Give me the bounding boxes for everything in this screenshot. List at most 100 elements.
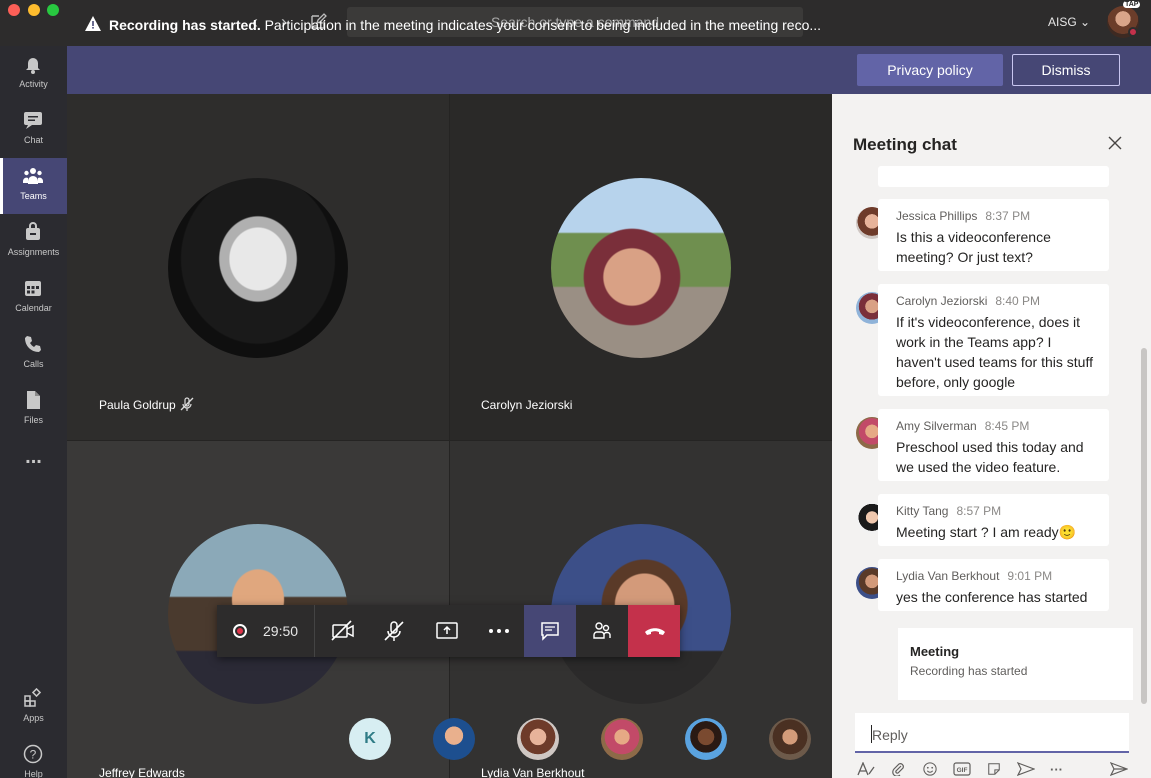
sidebar-item-label: Help [24,769,43,778]
banner-strong: Recording has started. [109,17,261,33]
gif-icon[interactable]: GIF [953,762,971,778]
video-stage: Paula Goldrup Carolyn Jeziorski Jeffrey … [67,94,832,778]
emoji-icon[interactable] [922,762,938,778]
svg-text:GIF: GIF [957,767,968,774]
presence-status-dot [1128,27,1138,37]
minimize-window-button[interactable] [28,4,40,16]
sidebar-item-help[interactable]: ? Help [0,736,67,778]
participant-name: Jeffrey Edwards [99,766,185,778]
participant-initial-avatar[interactable]: K [349,718,391,760]
camera-toggle-button[interactable] [316,605,368,657]
chat-message[interactable]: Jessica Phillips 8:37 PM Is this a videoc… [878,199,1109,271]
message-author: Lydia Van Berkhout [896,569,1000,583]
sidebar-item-label: Calls [23,359,44,369]
more-options-icon[interactable]: ··· [1050,762,1063,777]
sidebar-item-chat[interactable]: Chat [0,102,67,158]
mic-off-icon [179,396,195,417]
message-body: Meeting start ? I am ready🙂 [896,522,1106,542]
message-time: 9:01 PM [1007,569,1053,583]
dismiss-button[interactable]: Dismiss [1012,54,1120,86]
chat-scrollbar[interactable] [1141,348,1147,704]
participant-avatar[interactable] [433,718,475,760]
message-time: 8:45 PM [984,419,1030,433]
send-icon[interactable] [1109,761,1129,778]
attach-icon[interactable] [891,762,905,778]
more-actions-button[interactable] [472,605,524,657]
sidebar-item-files[interactable]: Files [0,382,67,438]
participant-name: Carolyn Jeziorski [481,398,573,412]
chat-message[interactable]: Amy Silverman 8:45 PM Preschool used this… [878,409,1109,481]
message-time: 8:37 PM [985,209,1031,223]
more-icon: ... [25,446,42,468]
sidebar-item-calendar[interactable]: Calendar [0,270,67,326]
svg-text:?: ? [30,748,37,762]
reply-placeholder: Reply [872,727,908,743]
sidebar-item-activity[interactable]: Activity [0,46,67,102]
message-text: If it's videoconference, does it work in… [896,314,1093,390]
chat-panel-title: Meeting chat [853,135,957,154]
message-author: Amy Silverman [896,419,977,433]
smiley-emoji-icon: 🙂 [1058,524,1077,540]
message-text: Is this a videoconference meeting? Or ju… [896,229,1051,265]
show-conversation-button[interactable] [524,605,576,657]
sidebar-item-label: Activity [19,79,48,89]
sidebar-item-label: Calendar [15,303,52,313]
privacy-policy-button[interactable]: Privacy policy [857,54,1003,86]
show-participants-button[interactable] [576,605,628,657]
message-author: Kitty Tang [896,504,949,518]
sidebar-item-label: Files [23,415,43,425]
video-tile[interactable]: Carolyn Jeziorski [450,94,832,440]
apps-icon [23,687,43,708]
message-meta: Lydia Van Berkhout 9:01 PM [896,569,1052,583]
org-name: AISG [1048,15,1077,29]
video-tile[interactable]: Paula Goldrup [67,94,449,440]
participant-avatar[interactable] [685,718,727,760]
chat-message[interactable]: Carolyn Jeziorski 8:40 PM If it's videoco… [878,284,1109,396]
sidebar-item-label: Assignments [7,247,60,257]
chat-message[interactable]: Lydia Van Berkhout 9:01 PM yes the confer… [878,559,1109,611]
participant-avatar [168,178,348,358]
mic-toggle-button[interactable] [368,605,420,657]
meet-now-icon[interactable] [1016,761,1036,778]
zoom-window-button[interactable] [47,4,59,16]
sidebar-item-calls[interactable]: Calls [0,326,67,382]
tap-badge: TAP [1123,1,1141,8]
participant-avatar[interactable] [601,718,643,760]
file-icon [23,390,43,410]
sticker-icon[interactable] [986,762,1002,778]
participant-avatar[interactable] [769,718,811,760]
help-icon: ? [23,744,43,764]
assignments-icon [23,222,43,242]
message-author: Jessica Phillips [896,209,978,223]
warning-icon [85,16,101,36]
reply-input[interactable]: Reply [855,713,1129,753]
banner-message: Recording has started. Participation in … [109,17,825,33]
share-screen-button[interactable] [420,605,472,657]
sidebar-item-label: Chat [23,135,43,145]
message-meta: Amy Silverman 8:45 PM [896,419,1029,433]
close-icon[interactable] [1108,136,1122,155]
bell-icon [23,54,43,74]
sidebar-item-teams[interactable]: Teams [0,158,67,214]
hang-up-button[interactable] [628,605,680,657]
close-window-button[interactable] [8,4,20,16]
sidebar-item-apps[interactable]: Apps [0,680,67,736]
call-duration: 29:50 [263,623,299,639]
meeting-chat-panel: Meeting chat Jessica Phillips 8:37 PM Is … [832,94,1151,778]
org-switcher[interactable]: AISG ⌄ [1048,15,1090,29]
meeting-event-card: Meeting Recording has started [898,628,1133,700]
format-icon[interactable] [857,761,875,778]
participant-avatar [551,178,731,358]
message-text: Preschool used this today and we used th… [896,439,1084,475]
participant-name: Paula Goldrup [99,398,176,412]
sidebar-more-button[interactable]: ... [0,438,67,494]
sidebar-item-assignments[interactable]: Assignments [0,214,67,270]
participant-avatar[interactable] [517,718,559,760]
teams-window: ‹ › Search or type a command AISG ⌄ TAP … [0,0,1151,778]
event-title: Meeting [910,644,960,659]
message-text: yes the conference has started [896,589,1088,605]
recording-timer: 29:50 [217,605,315,657]
message-time: 8:57 PM [956,504,1002,518]
calendar-icon [23,278,43,298]
chat-message[interactable]: Kitty Tang 8:57 PM Meeting start ? I am r… [878,494,1109,546]
